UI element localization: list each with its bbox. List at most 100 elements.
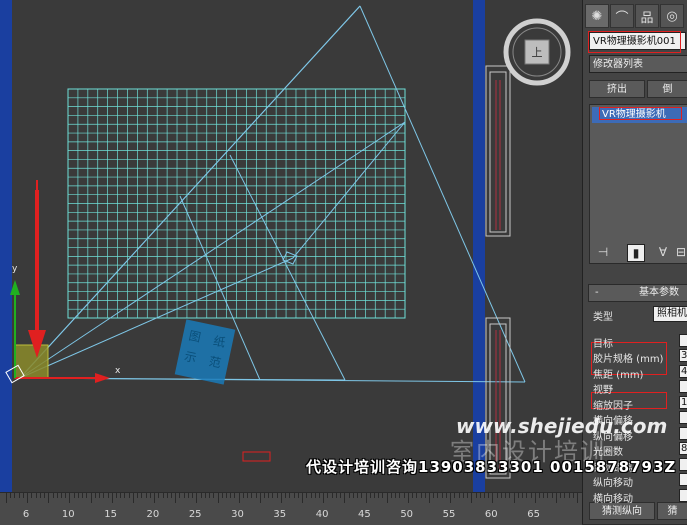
ruler-tick xyxy=(399,493,401,498)
ruler-tick xyxy=(293,493,295,498)
ruler-tick xyxy=(52,493,54,498)
ruler-tick xyxy=(538,493,540,498)
ruler-tick xyxy=(149,493,151,498)
param-value-field[interactable] xyxy=(679,489,687,502)
param-value-field[interactable] xyxy=(679,473,687,486)
ruler-tick xyxy=(65,493,67,498)
param-value-field[interactable]: 8 xyxy=(679,442,687,455)
ruler-tick xyxy=(183,493,185,498)
ruler-tick xyxy=(154,493,156,503)
ruler-tick xyxy=(27,493,29,503)
viewcube-face-label: 上 xyxy=(531,46,543,59)
ruler-tick xyxy=(526,493,528,498)
sun-icon[interactable]: ✺ xyxy=(585,4,609,28)
guess-horizontal-button[interactable]: 猜 xyxy=(657,502,687,520)
ruler-tick xyxy=(534,493,536,503)
ruler-tick xyxy=(420,493,422,498)
ruler-tick xyxy=(369,493,371,498)
ruler-tick xyxy=(192,493,194,498)
param-value-field[interactable] xyxy=(679,380,687,393)
ruler-tick xyxy=(103,493,105,498)
ruler-tick xyxy=(10,493,12,498)
ruler-tick xyxy=(357,493,359,498)
ruler-tick xyxy=(572,493,574,498)
ruler-tick xyxy=(44,493,46,498)
ruler-tick xyxy=(99,493,101,498)
motion-icon[interactable]: ◎ xyxy=(660,4,684,28)
ruler-tick-label: 30 xyxy=(231,509,244,520)
ruler-tick xyxy=(433,493,435,498)
ruler-tick xyxy=(289,493,291,498)
modifier-list-dropdown[interactable]: 修改器列表 xyxy=(589,55,687,73)
ruler-tick xyxy=(107,493,109,498)
timeline-ruler[interactable]: 6 10 15 20 25 30 35 40 45 50 55 60 65 xyxy=(0,492,582,525)
curve-icon[interactable]: ⌒ xyxy=(610,4,634,28)
param-value-field[interactable]: 3 xyxy=(679,349,687,362)
ruler-tick xyxy=(280,493,282,503)
ruler-tick xyxy=(564,493,566,498)
ruler-tick xyxy=(429,493,430,503)
ruler-tick xyxy=(424,493,426,498)
ruler-tick-label: 20 xyxy=(146,509,160,520)
ruler-tick-label: 60 xyxy=(484,509,498,520)
param-value-field[interactable] xyxy=(679,334,687,347)
param-value-field[interactable] xyxy=(679,458,687,471)
remove-modifier-icon[interactable]: ⊟ xyxy=(673,244,687,260)
ruler-tick-label: 35 xyxy=(273,509,287,520)
ruler-tick xyxy=(268,493,270,498)
ruler-tick xyxy=(509,493,511,498)
show-end-result-icon[interactable]: ▮ xyxy=(627,244,645,262)
ruler-tick xyxy=(374,493,375,498)
ruler-tick-label: 25 xyxy=(188,509,202,520)
ruler-tick-label: 40 xyxy=(315,509,329,520)
ruler-tick xyxy=(568,493,570,498)
watermark-url: www.shejiedu.com xyxy=(456,414,668,438)
ruler-tick xyxy=(35,493,37,498)
ruler-tick xyxy=(221,493,223,498)
make-unique-icon[interactable]: ∀ xyxy=(655,244,671,260)
rollout-toggle[interactable]: - xyxy=(595,285,599,301)
param-value-field[interactable] xyxy=(679,427,687,440)
rollout-title: 基本参数 xyxy=(639,287,679,298)
highlight-box xyxy=(599,107,682,120)
ruler-tick xyxy=(335,493,337,498)
ruler-tick xyxy=(14,493,16,498)
camera-type-dropdown[interactable]: 照相机 xyxy=(653,306,687,322)
ruler-tick xyxy=(170,493,172,498)
param-value-field[interactable] xyxy=(679,411,687,424)
command-panel-tabs: ✺ ⌒ 品 ◎ xyxy=(583,4,687,28)
param-value-field[interactable]: 1 xyxy=(679,396,687,409)
ruler-tick xyxy=(230,493,232,498)
ruler-tick xyxy=(242,493,244,498)
ruler-tick xyxy=(365,493,367,503)
viewport-left-border xyxy=(0,0,12,492)
ruler-tick xyxy=(496,493,498,498)
param-value-field[interactable]: 4 xyxy=(679,365,687,378)
ruler-tick xyxy=(382,493,384,498)
ruler-tick xyxy=(488,493,490,498)
ruler-tick xyxy=(483,493,485,498)
ruler-tick xyxy=(213,493,215,498)
ruler-tick xyxy=(128,493,130,498)
ruler-tick-label: 15 xyxy=(104,509,117,520)
hierarchy-icon[interactable]: 品 xyxy=(635,4,659,28)
ruler-tick-label: 50 xyxy=(400,509,414,520)
ruler-tick xyxy=(111,493,113,503)
extrude-button[interactable]: 挤出 xyxy=(589,80,645,98)
ruler-tick xyxy=(543,493,545,498)
param-label: 类型 xyxy=(593,312,613,323)
ruler-tick xyxy=(555,493,557,503)
ruler-tick xyxy=(48,493,50,503)
ruler-tick xyxy=(445,493,447,498)
ruler-tick xyxy=(475,493,477,498)
pin-stack-icon[interactable]: ⊣ xyxy=(595,244,611,260)
modifier-stack[interactable]: VR物理摄影机 xyxy=(589,104,687,264)
basic-params-rollout[interactable]: - 基本参数 xyxy=(588,284,687,302)
ruler-tick xyxy=(407,493,409,503)
ruler-tick xyxy=(6,493,7,503)
param-label: 胶片规格 (mm) xyxy=(593,354,664,365)
grid-plane[interactable] xyxy=(67,88,406,319)
ruler-tick xyxy=(264,493,266,498)
ruler-tick xyxy=(361,493,363,498)
bevel-button[interactable]: 倒 xyxy=(647,80,687,98)
